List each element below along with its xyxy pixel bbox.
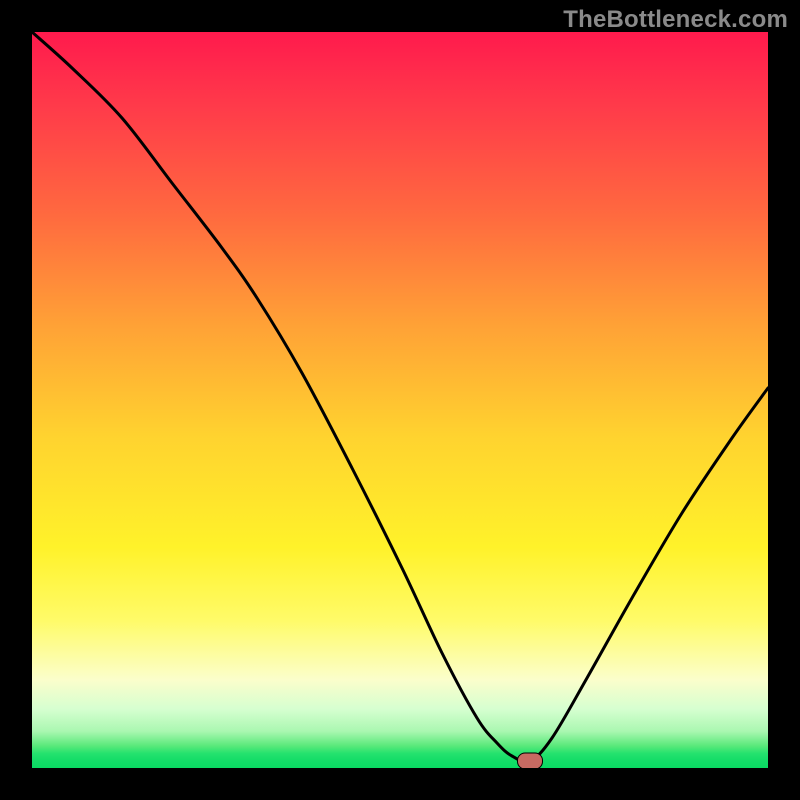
plot-area <box>32 32 768 768</box>
bottleneck-curve <box>32 32 768 762</box>
curve-svg <box>32 32 768 768</box>
chart-frame: TheBottleneck.com <box>0 0 800 800</box>
watermark-text: TheBottleneck.com <box>563 6 788 34</box>
optimal-marker <box>517 753 543 769</box>
